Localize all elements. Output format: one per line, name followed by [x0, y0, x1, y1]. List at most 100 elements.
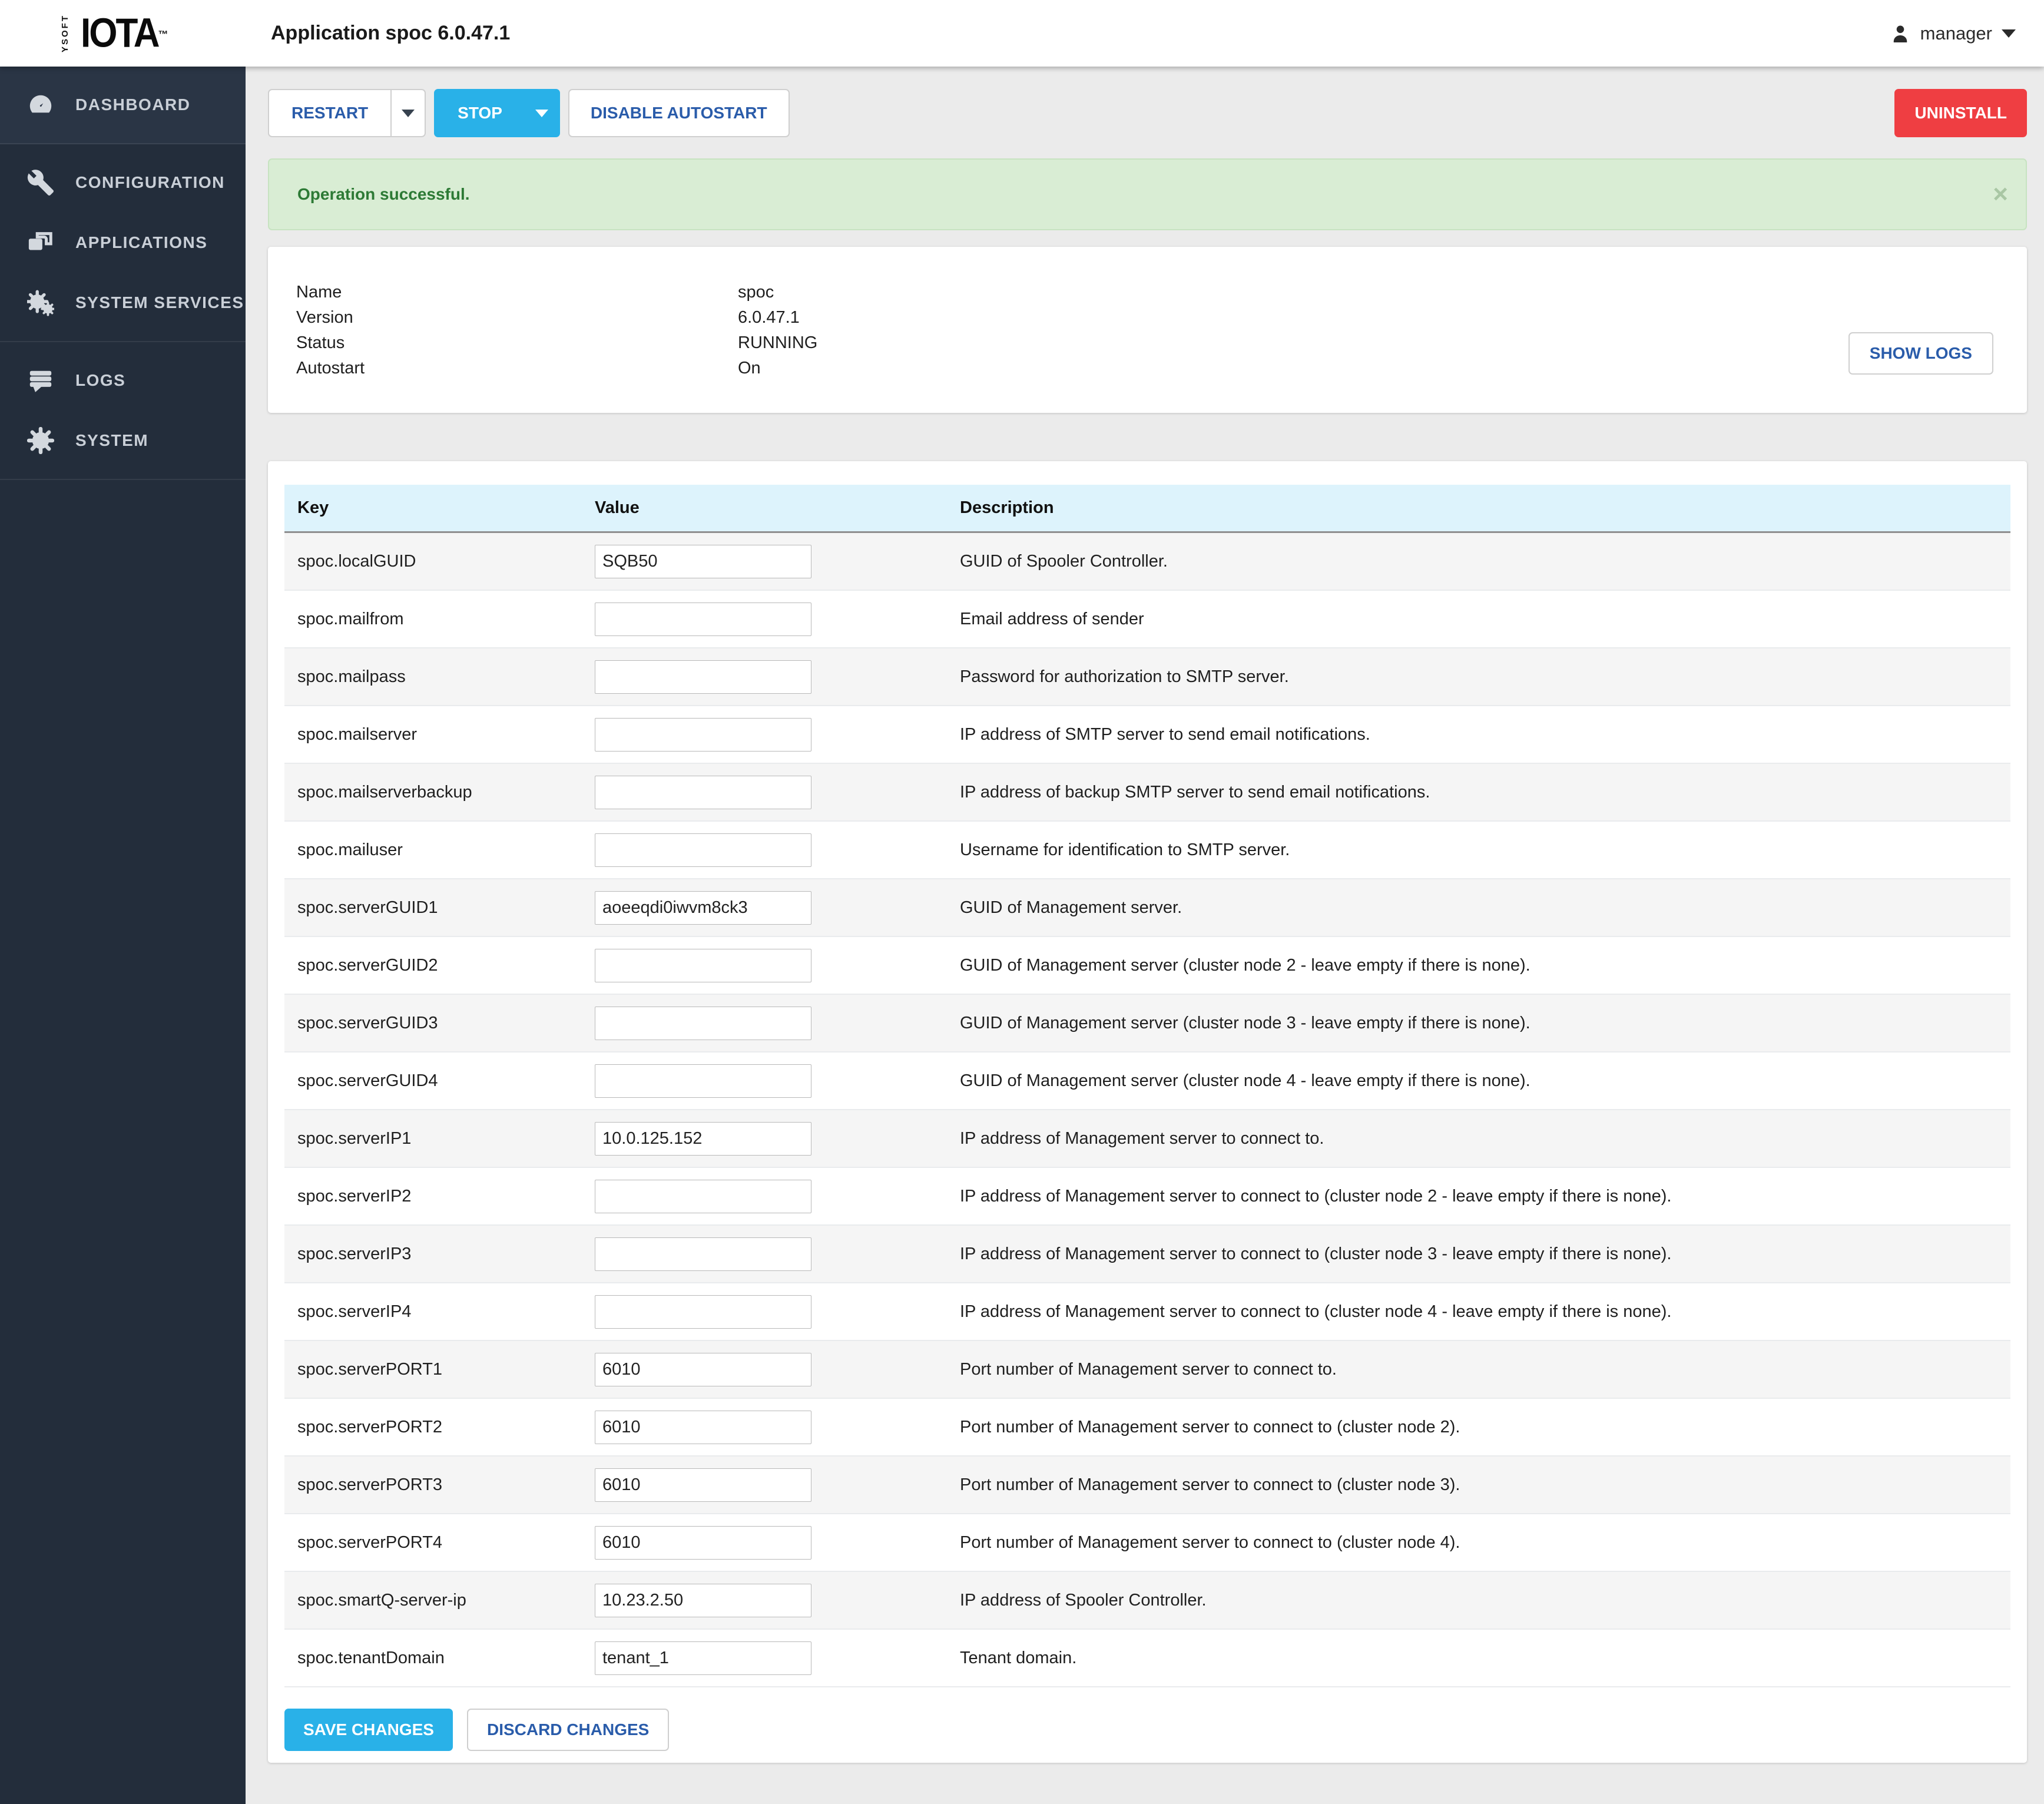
sidebar-item-dashboard[interactable]: DASHBOARD — [0, 75, 246, 135]
setting-value-input[interactable] — [595, 1411, 811, 1444]
sidebar-item-system-services[interactable]: SYSTEM SERVICES — [0, 273, 246, 333]
show-logs-button[interactable]: SHOW LOGS — [1848, 332, 1993, 375]
info-row: StatusRUNNING — [296, 330, 2027, 356]
settings-table-body: spoc.localGUIDGUID of Spooler Controller… — [284, 533, 2010, 1687]
setting-value-input[interactable] — [595, 718, 811, 752]
sidebar-item-label: SYSTEM — [75, 431, 148, 450]
setting-description: Port number of Management server to conn… — [960, 1360, 2010, 1379]
discard-changes-button[interactable]: DISCARD CHANGES — [467, 1709, 669, 1751]
user-menu[interactable]: manager — [1890, 23, 2016, 44]
table-row: spoc.serverIP4IP address of Management s… — [284, 1283, 2010, 1341]
stop-button[interactable]: STOP — [435, 90, 525, 136]
sidebar-item-label: DASHBOARD — [75, 95, 191, 114]
save-changes-button[interactable]: SAVE CHANGES — [284, 1709, 453, 1751]
restart-dropdown-button[interactable] — [390, 90, 425, 136]
setting-value-input[interactable] — [595, 660, 811, 694]
sidebar-item-logs[interactable]: LOGS — [0, 350, 246, 411]
setting-description: GUID of Management server (cluster node … — [960, 1014, 2010, 1033]
chevron-down-icon — [2002, 29, 2016, 38]
restart-split-button: RESTART — [268, 89, 426, 137]
table-row: spoc.serverPORT1 Port number of Managemen… — [284, 1341, 2010, 1399]
setting-description: Port number of Management server to conn… — [960, 1533, 2010, 1553]
sidebar-nav: DASHBOARD CONFIGURATION APPLICATIONS SYSTEM… — [0, 67, 246, 1804]
setting-key: spoc.serverIP3 — [284, 1244, 595, 1264]
setting-value-cell — [595, 1468, 960, 1502]
sidebar-group: LOGS SYSTEM — [0, 342, 246, 480]
disable-autostart-button[interactable]: DISABLE AUTOSTART — [568, 89, 790, 137]
setting-description: GUID of Management server. — [960, 898, 2010, 918]
user-name: manager — [1920, 23, 1992, 44]
setting-value-cell — [595, 1584, 960, 1617]
app-toolbar: RESTART STOP DISABLE AUTOSTART UNINSTALL — [268, 89, 2027, 137]
stop-split-button: STOP — [434, 89, 560, 137]
table-row: spoc.localGUIDGUID of Spooler Controller… — [284, 533, 2010, 591]
sidebar-item-label: SYSTEM SERVICES — [75, 293, 244, 312]
sidebar-item-label: LOGS — [75, 371, 125, 390]
dashboard-icon — [27, 91, 58, 118]
setting-value-cell — [595, 833, 960, 867]
info-label: Status — [296, 330, 738, 356]
setting-value-input[interactable] — [595, 1468, 811, 1502]
setting-value-input[interactable] — [595, 1064, 811, 1098]
sidebar-item-configuration[interactable]: CONFIGURATION — [0, 153, 246, 213]
setting-value-input[interactable] — [595, 776, 811, 809]
restart-button[interactable]: RESTART — [269, 90, 390, 136]
setting-value-input[interactable] — [595, 603, 811, 636]
setting-key: spoc.mailuser — [284, 840, 595, 860]
table-row: spoc.mailserverIP address of SMTP server… — [284, 706, 2010, 764]
application-info-fields: NamespocVersion6.0.47.1StatusRUNNINGAuto… — [296, 280, 2027, 381]
chevron-down-icon — [402, 110, 415, 117]
table-row: spoc.mailfrom Email address of sender — [284, 591, 2010, 648]
setting-value-cell — [595, 1064, 960, 1098]
setting-description: IP address of Management server to conne… — [960, 1302, 2010, 1322]
setting-value-input[interactable] — [595, 1180, 811, 1213]
setting-value-input[interactable] — [595, 833, 811, 867]
setting-value-input[interactable] — [595, 1526, 811, 1560]
sidebar-item-label: APPLICATIONS — [75, 233, 207, 252]
table-row: spoc.serverGUID1 GUID of Management serve… — [284, 879, 2010, 937]
setting-key: spoc.mailfrom — [284, 610, 595, 629]
setting-value-input[interactable] — [595, 891, 811, 925]
setting-description: Username for identification to SMTP serv… — [960, 840, 2010, 860]
setting-value-input[interactable] — [595, 1007, 811, 1040]
setting-value-input[interactable] — [595, 1353, 811, 1386]
setting-value-input[interactable] — [595, 1237, 811, 1271]
sidebar-group: CONFIGURATION APPLICATIONS SYSTEM SERVICES — [0, 144, 246, 342]
column-header-value: Value — [595, 498, 960, 518]
stop-dropdown-button[interactable] — [525, 90, 559, 136]
close-icon[interactable]: × — [1993, 181, 2008, 207]
setting-key: spoc.serverIP1 — [284, 1129, 595, 1148]
gears-icon — [27, 289, 58, 316]
sidebar-item-system[interactable]: SYSTEM — [0, 411, 246, 471]
setting-value-input[interactable] — [595, 1584, 811, 1617]
setting-value-input[interactable] — [595, 949, 811, 982]
info-row: Version6.0.47.1 — [296, 305, 2027, 330]
uninstall-button[interactable]: UNINSTALL — [1894, 89, 2027, 137]
setting-value-input[interactable] — [595, 1122, 811, 1156]
info-value: spoc — [738, 280, 774, 305]
setting-key: spoc.serverPORT1 — [284, 1360, 595, 1379]
table-row: spoc.serverPORT3Port number of Managemen… — [284, 1457, 2010, 1514]
form-actions: SAVE CHANGES DISCARD CHANGES — [284, 1709, 2010, 1751]
wrench-icon — [27, 169, 58, 196]
logo-iota-text: IOTA — [81, 10, 158, 57]
setting-key: spoc.serverPORT3 — [284, 1475, 595, 1495]
setting-value-input[interactable] — [595, 545, 811, 578]
setting-value-cell — [595, 1122, 960, 1156]
table-row: spoc.tenantDomainTenant domain. — [284, 1630, 2010, 1687]
setting-value-cell — [595, 1237, 960, 1271]
setting-description: GUID of Spooler Controller. — [960, 552, 2010, 571]
info-label: Autostart — [296, 356, 738, 381]
setting-description: Tenant domain. — [960, 1649, 2010, 1668]
logo-ysoft-text: YSOFT — [60, 14, 70, 52]
setting-key: spoc.serverGUID1 — [284, 898, 595, 918]
setting-description: Email address of sender — [960, 610, 2010, 629]
setting-value-input[interactable] — [595, 1641, 811, 1675]
setting-description: GUID of Management server (cluster node … — [960, 956, 2010, 975]
setting-value-input[interactable] — [595, 1295, 811, 1329]
info-label: Version — [296, 305, 738, 330]
setting-value-cell — [595, 660, 960, 694]
logo-trademark: ™ — [158, 29, 168, 41]
sidebar-item-applications[interactable]: APPLICATIONS — [0, 213, 246, 273]
setting-key: spoc.mailpass — [284, 667, 595, 687]
